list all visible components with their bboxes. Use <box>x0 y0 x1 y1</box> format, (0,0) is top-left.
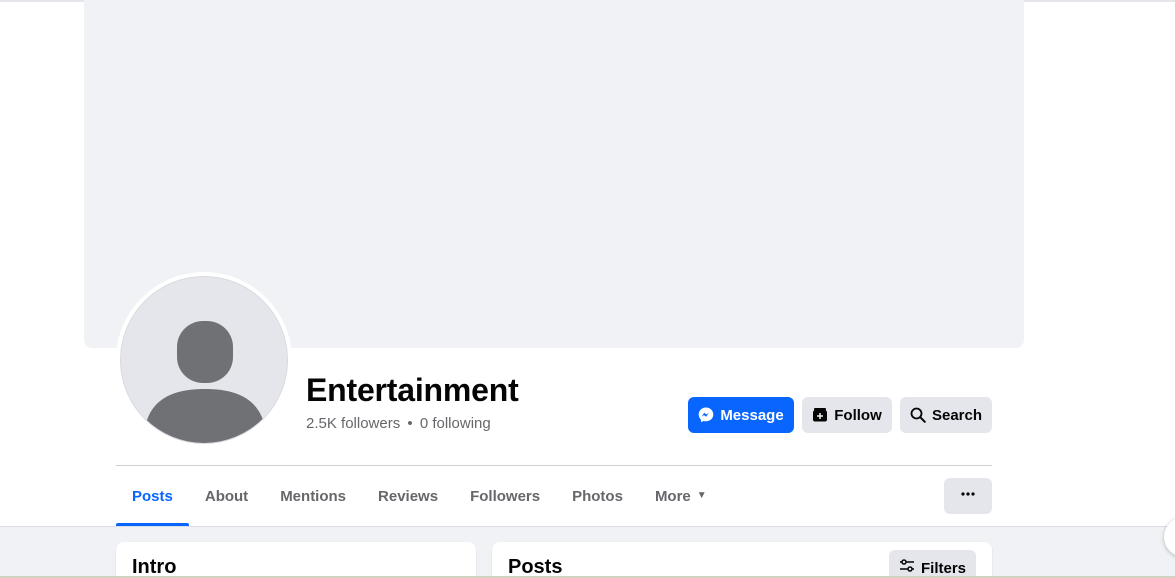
search-button-label: Search <box>931 406 983 424</box>
tab-reviews-label: Reviews <box>378 487 439 505</box>
tab-more[interactable]: More ▼ <box>639 466 723 526</box>
filters-button[interactable]: Filters <box>889 550 976 578</box>
tab-reviews[interactable]: Reviews <box>362 466 454 526</box>
more-options-button[interactable] <box>944 478 992 514</box>
tab-more-label: More <box>654 487 691 505</box>
default-avatar <box>120 276 288 444</box>
filters-label: Filters <box>920 559 966 577</box>
messenger-icon <box>698 407 714 423</box>
sliders-icon <box>899 558 915 578</box>
tab-photos-label: Photos <box>572 487 623 505</box>
ellipsis-icon <box>960 486 976 507</box>
following-count-link[interactable]: 0 following <box>420 415 491 432</box>
search-icon <box>910 407 926 423</box>
page-title: Entertainment <box>306 372 519 408</box>
tab-posts-label: Posts <box>132 487 173 505</box>
profile-picture[interactable] <box>116 272 292 448</box>
posts-title: Posts <box>508 556 563 578</box>
posts-card: Posts Filters <box>492 542 992 578</box>
caret-down-icon: ▼ <box>696 489 707 501</box>
follow-button-label: Follow <box>834 406 882 424</box>
profile-actions: Message Follow Search <box>688 397 992 433</box>
follow-button[interactable]: Follow <box>802 397 892 433</box>
message-button[interactable]: Message <box>688 397 794 433</box>
stats-separator: • <box>407 415 413 432</box>
tab-followers-label: Followers <box>470 487 541 505</box>
intro-title: Intro <box>132 556 177 578</box>
person-silhouette-icon <box>121 277 287 443</box>
tab-followers[interactable]: Followers <box>454 466 556 526</box>
follow-stats: 2.5K followers • 0 following <box>306 415 491 432</box>
followers-count-link[interactable]: 2.5K followers <box>306 415 400 432</box>
follow-icon <box>812 407 828 423</box>
tab-mentions-label: Mentions <box>280 487 347 505</box>
tab-about[interactable]: About <box>189 466 264 526</box>
tab-photos[interactable]: Photos <box>556 466 639 526</box>
search-button[interactable]: Search <box>900 397 992 433</box>
profile-tabs: Posts About Mentions Reviews Followers P… <box>116 466 723 526</box>
tab-about-label: About <box>204 487 249 505</box>
message-button-label: Message <box>720 406 784 424</box>
tab-mentions[interactable]: Mentions <box>264 466 362 526</box>
tab-posts[interactable]: Posts <box>116 466 189 526</box>
intro-card: Intro <box>116 542 476 578</box>
